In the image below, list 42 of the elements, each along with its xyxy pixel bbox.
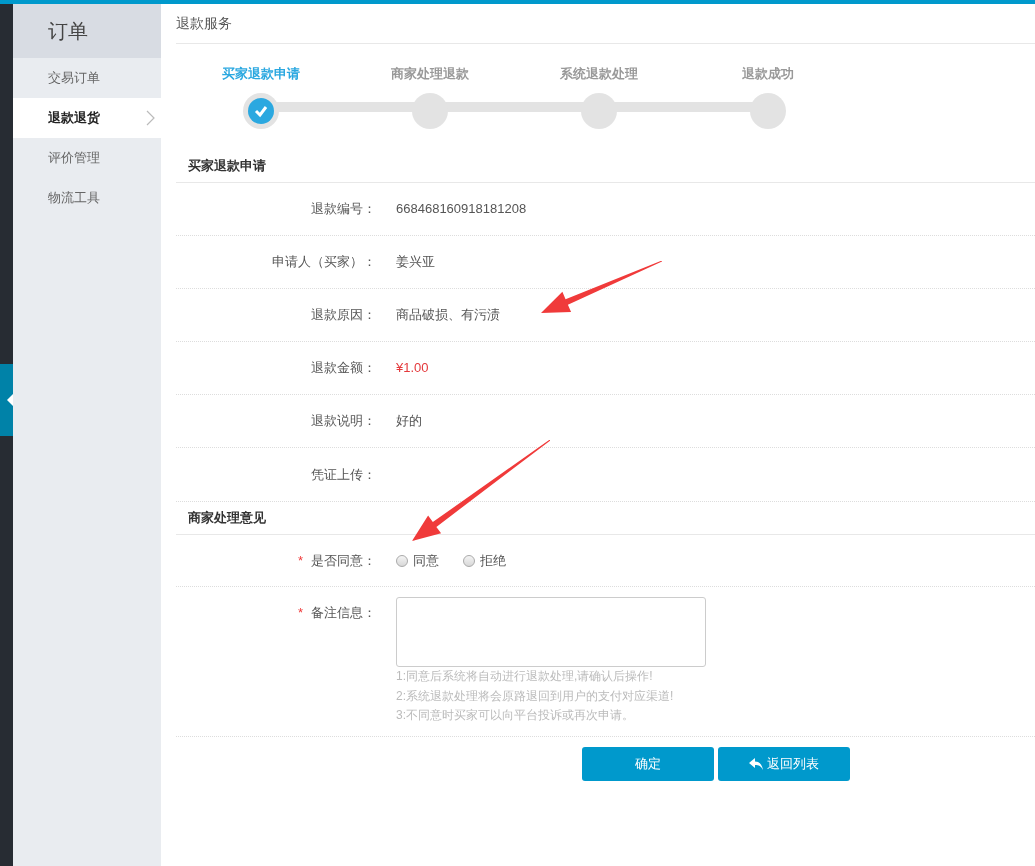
field-label: 备注信息： [311, 604, 376, 622]
sidebar-item[interactable]: 物流工具 [13, 178, 161, 218]
field-value: 商品破损、有污渍 [396, 306, 500, 325]
reply-arrow-icon [749, 757, 763, 770]
required-mark: * [297, 551, 303, 570]
field-value: 668468160918181208 [396, 200, 527, 219]
step-label: 系统退款处理 [559, 65, 638, 83]
back-button[interactable]: 返回列表 [718, 746, 850, 781]
field-label: 退款金额： [310, 359, 376, 378]
hint-text: 1:同意后系统将自动进行退款处理,请确认后操作! [396, 668, 654, 685]
radio-button[interactable] [463, 554, 475, 567]
annotation-arrow-icon [541, 261, 662, 313]
radio-button[interactable] [396, 554, 408, 567]
hint-text: 2:系统退款处理将会原路退回到用户的支付对应渠道! [396, 687, 675, 705]
field-value: ¥1.00 [396, 359, 429, 378]
step-label: 商家处理退款 [390, 65, 469, 83]
annotation-arrow-icon [412, 440, 550, 541]
radio-option[interactable]: 拒绝 [463, 550, 506, 571]
sidebar-item[interactable]: 评价管理 [13, 138, 161, 178]
field-label: 申请人（买家）： [271, 253, 376, 272]
field-label: 是否同意： [311, 551, 376, 570]
sidebar-item[interactable]: 退款退货 [13, 98, 161, 138]
field-label: 凭证上传： [310, 465, 376, 484]
required-mark: * [297, 604, 303, 622]
hint-text: 3:不同意时买家可以向平台投诉或再次申请。 [396, 707, 635, 724]
confirm-button[interactable]: 确定 [582, 746, 714, 781]
chevron-right-icon [146, 110, 155, 126]
page-title: 退款服务 [176, 4, 1035, 44]
sidebar-item[interactable]: 交易订单 [13, 58, 161, 98]
field-label: 退款原因： [310, 306, 376, 325]
field-label: 退款编号： [310, 200, 376, 219]
collapse-tab[interactable] [0, 364, 13, 436]
radio-option[interactable]: 同意 [396, 550, 439, 571]
sidebar-header: 订单 [13, 4, 161, 58]
field-value: 姜兴亚 [396, 253, 435, 272]
field-value: 好的 [396, 412, 422, 431]
step-label: 买家退款申请 [221, 65, 300, 83]
field-label: 退款说明： [310, 412, 376, 431]
section-title: 买家退款申请 [176, 150, 1035, 183]
remark-textarea[interactable] [396, 597, 706, 667]
step-label: 退款成功 [741, 65, 794, 83]
triangle-left-icon [7, 394, 13, 406]
